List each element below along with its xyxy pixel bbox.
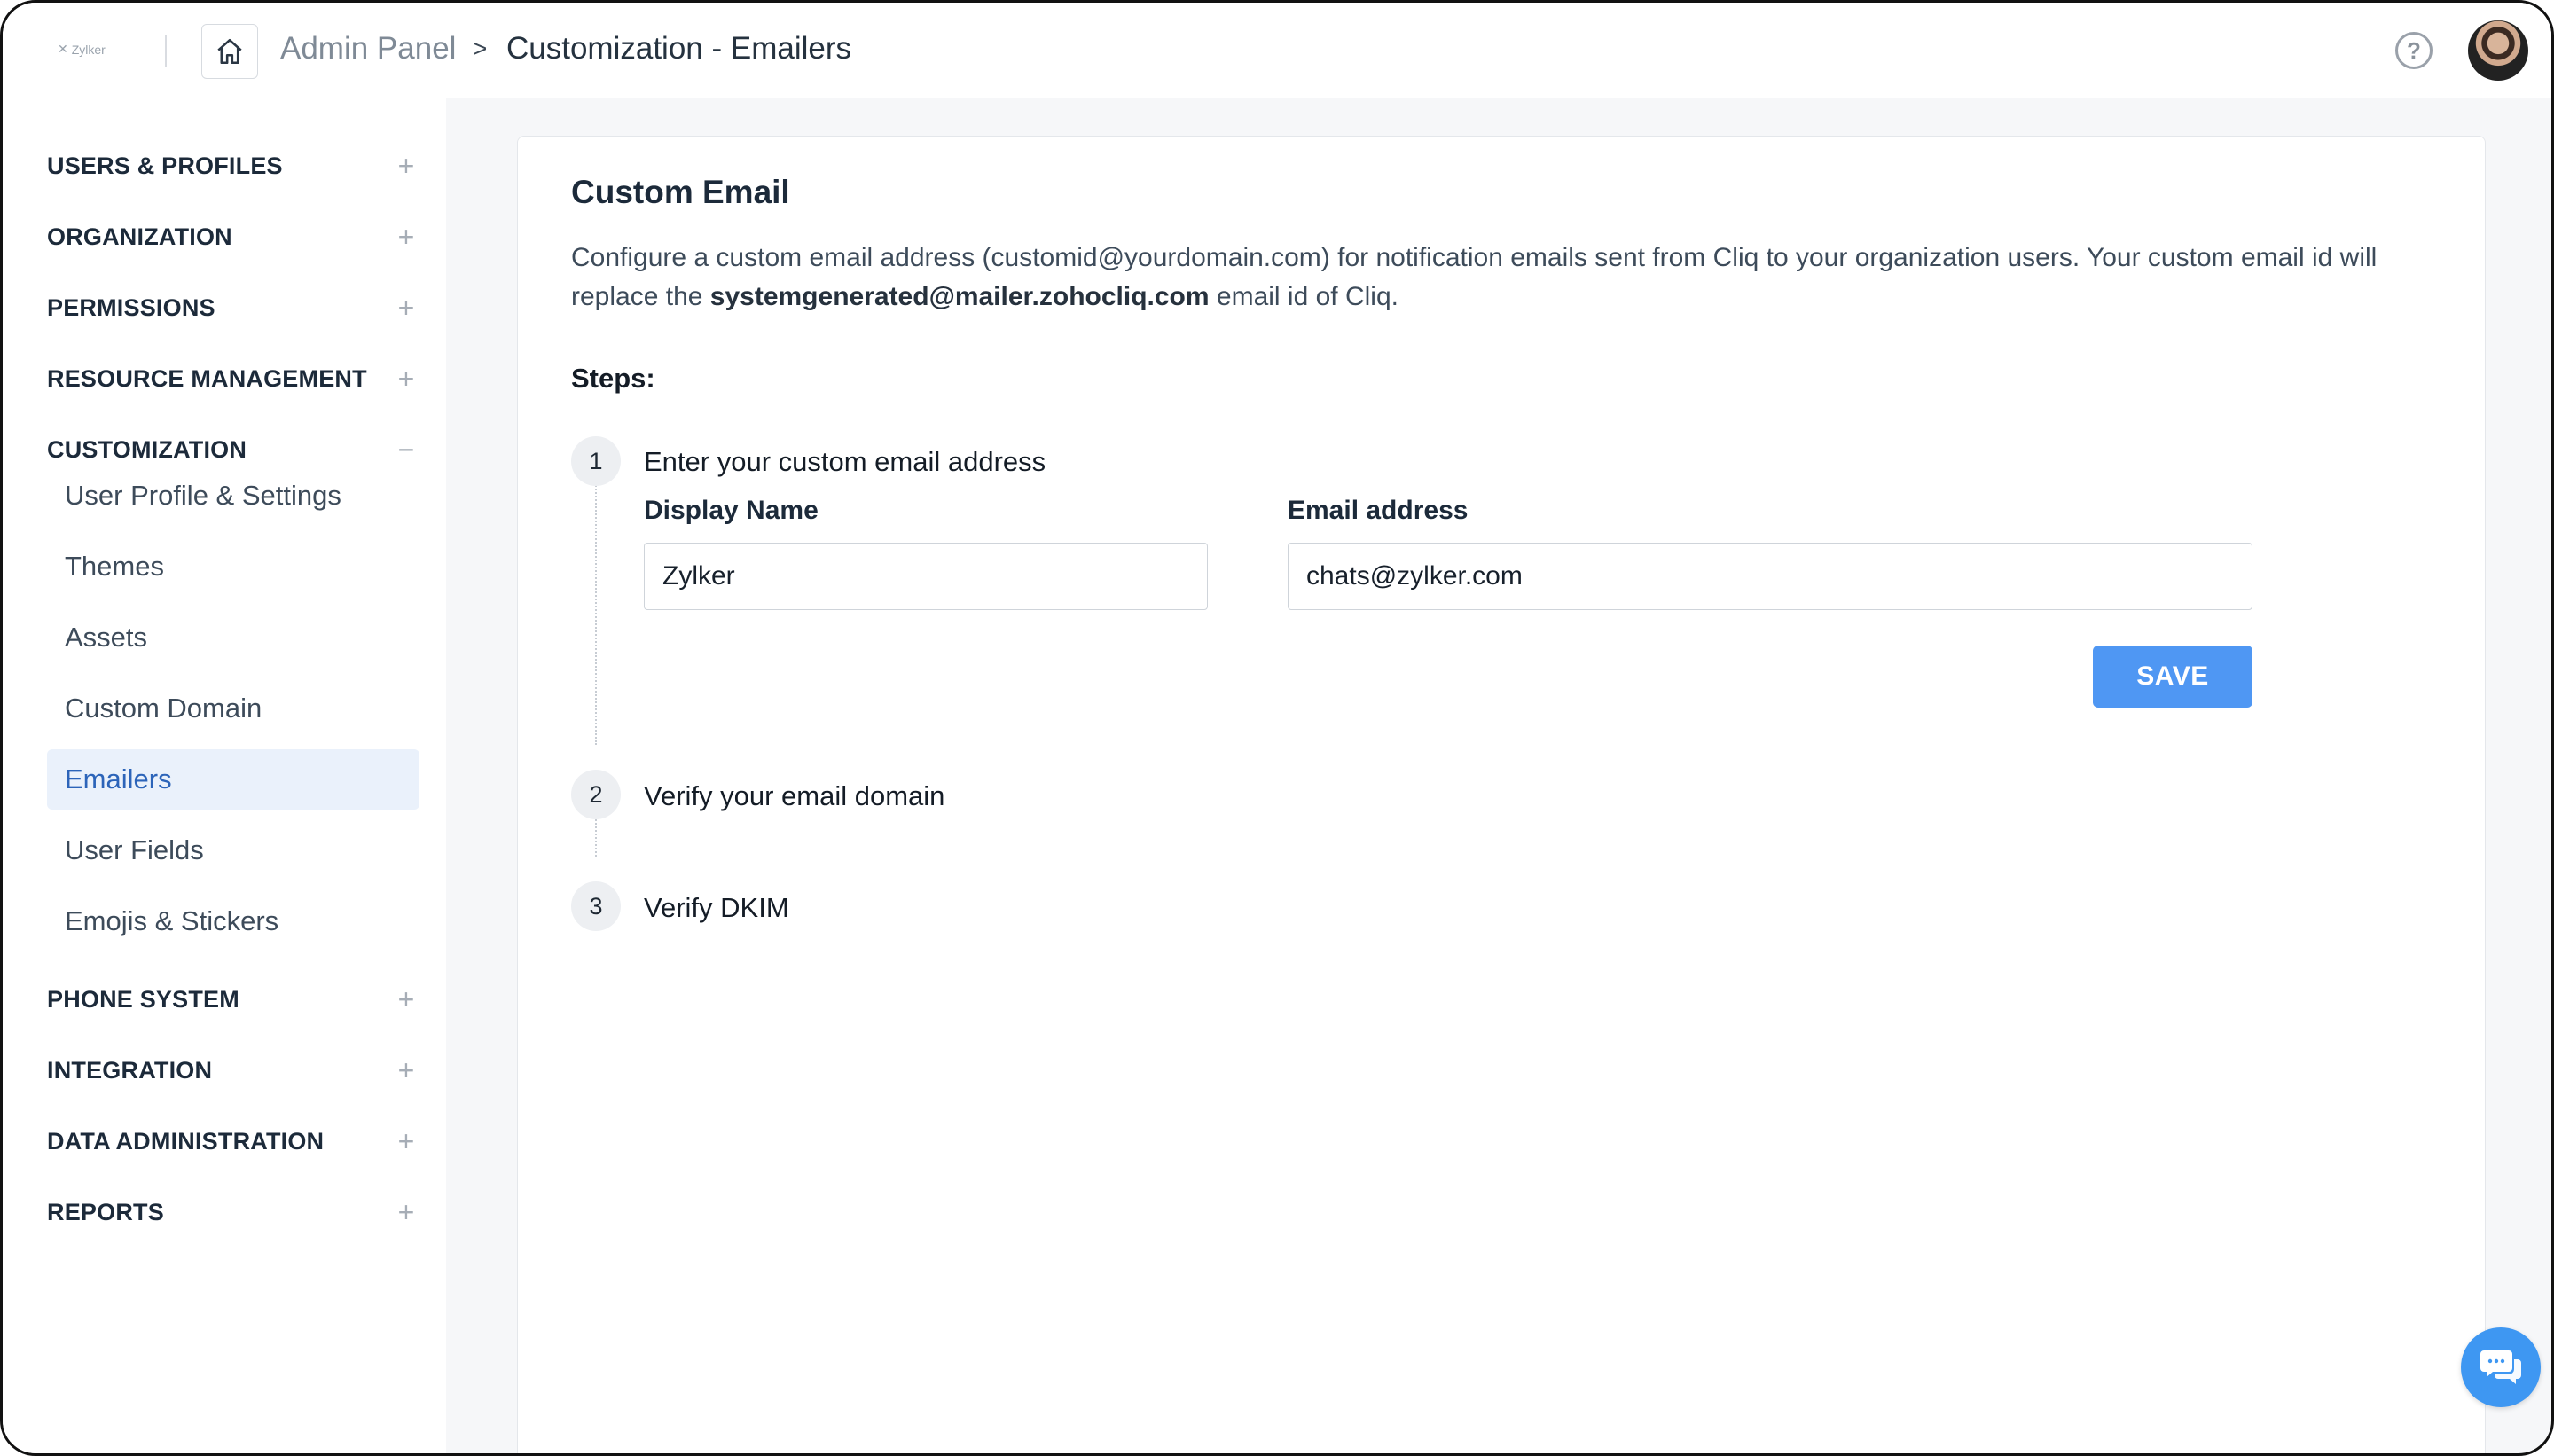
save-button[interactable]: SAVE (2093, 646, 2252, 708)
chat-bubble-icon (2480, 1350, 2521, 1384)
zylker-logo-icon: ✕ (58, 42, 68, 56)
brand-name: Zylker (71, 42, 106, 57)
home-icon (217, 38, 242, 65)
step-number-1: 1 (571, 436, 621, 486)
default-sender-email: systemgenerated@mailer.zohocliq.com (709, 282, 1210, 311)
help-icon: ? (2407, 36, 2421, 64)
expand-plus-icon[interactable]: + (393, 983, 419, 1016)
sidebar-item-user-profile-settings[interactable]: User Profile & Settings (47, 466, 419, 526)
collapse-minus-icon[interactable]: − (393, 434, 419, 466)
sidebar-item-emojis-stickers[interactable]: Emojis & Stickers (47, 891, 419, 951)
sidebar-item-assets[interactable]: Assets (47, 607, 419, 668)
step-number-2: 2 (571, 770, 621, 819)
card-title: Custom Email (571, 174, 790, 210)
sidebar: USERS & PROFILES + ORGANIZATION + PERMIS… (3, 98, 446, 1453)
section-label: ORGANIZATION (47, 223, 232, 250)
step-label-3: Verify DKIM (644, 892, 789, 923)
section-label: RESOURCE MANAGEMENT (47, 364, 367, 392)
expand-plus-icon[interactable]: + (393, 150, 419, 183)
description: Configure a custom email address (custom… (571, 239, 2451, 317)
email-address-input[interactable] (1288, 543, 2252, 610)
expand-plus-icon[interactable]: + (393, 1125, 419, 1158)
section-label: CUSTOMIZATION (47, 435, 247, 463)
top-bar: ✕ Zylker Admin Panel > Customization - E… (3, 3, 2551, 98)
chat-support-button[interactable] (2461, 1327, 2541, 1407)
sidebar-section-customization[interactable]: CUSTOMIZATION − (47, 432, 419, 467)
header-divider (165, 35, 167, 67)
sidebar-section-integration[interactable]: INTEGRATION + (47, 1053, 419, 1088)
help-button[interactable]: ? (2395, 32, 2433, 69)
section-label: INTEGRATION (47, 1056, 213, 1084)
expand-plus-icon[interactable]: + (393, 292, 419, 325)
section-label: PHONE SYSTEM (47, 985, 239, 1013)
sidebar-section-permissions[interactable]: PERMISSIONS + (47, 290, 419, 325)
home-button[interactable] (201, 24, 258, 79)
sidebar-section-organization[interactable]: ORGANIZATION + (47, 219, 419, 254)
step-number-3: 3 (571, 881, 621, 931)
sidebar-section-reports[interactable]: REPORTS + (47, 1194, 419, 1230)
sidebar-section-data-administration[interactable]: DATA ADMINISTRATION + (47, 1123, 419, 1159)
expand-plus-icon[interactable]: + (393, 363, 419, 395)
breadcrumb-separator: > (473, 35, 488, 62)
custom-email-card: Custom Email Configure a custom email ad… (517, 136, 2486, 1453)
steps-heading: Steps: (571, 363, 655, 394)
app-window: ✕ Zylker Admin Panel > Customization - E… (0, 0, 2554, 1456)
description-text-end: email id of Cliq. (1209, 282, 1398, 311)
sidebar-item-custom-domain[interactable]: Custom Domain (47, 678, 419, 739)
email-address-label: Email address (1288, 496, 1469, 525)
sidebar-item-themes[interactable]: Themes (47, 536, 419, 597)
page-title: Customization - Emailers (506, 31, 851, 66)
expand-plus-icon[interactable]: + (393, 221, 419, 254)
section-label: REPORTS (47, 1198, 164, 1225)
sidebar-item-user-fields[interactable]: User Fields (47, 820, 419, 881)
expand-plus-icon[interactable]: + (393, 1054, 419, 1087)
display-name-input[interactable] (644, 543, 1208, 610)
avatar[interactable] (2468, 20, 2528, 81)
sidebar-item-emailers[interactable]: Emailers (47, 749, 419, 810)
step-label-1: Enter your custom email address (644, 446, 1046, 477)
sidebar-section-resource-management[interactable]: RESOURCE MANAGEMENT + (47, 361, 419, 396)
step-label-2: Verify your email domain (644, 780, 945, 811)
sidebar-section-phone-system[interactable]: PHONE SYSTEM + (47, 982, 419, 1017)
expand-plus-icon[interactable]: + (393, 1196, 419, 1229)
breadcrumb-admin-panel[interactable]: Admin Panel (280, 31, 456, 67)
display-name-label: Display Name (644, 496, 819, 525)
section-label: USERS & PROFILES (47, 152, 283, 179)
step-connector (595, 461, 597, 745)
brand-logo[interactable]: ✕ Zylker (58, 42, 106, 57)
sidebar-section-users-profiles[interactable]: USERS & PROFILES + (47, 148, 419, 184)
section-label: DATA ADMINISTRATION (47, 1127, 325, 1155)
section-label: PERMISSIONS (47, 294, 215, 321)
